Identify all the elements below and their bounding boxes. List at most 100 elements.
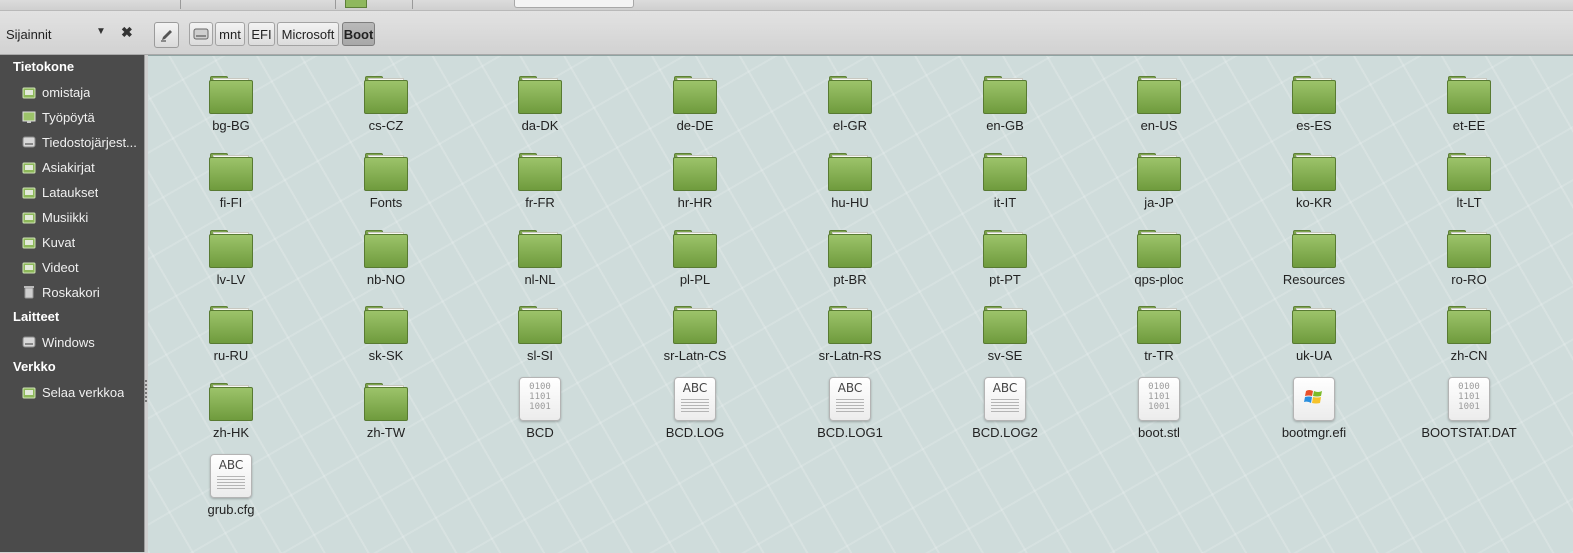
file-name-label: el-GR (833, 118, 867, 133)
file-item[interactable]: ABC BCD.LOG (630, 377, 760, 447)
binary-file-icon: 0100 1101 1001 (517, 377, 563, 423)
breadcrumb-efi[interactable]: EFI (248, 22, 275, 46)
folder-item[interactable]: Fonts (321, 147, 451, 217)
folder-item[interactable]: qps-ploc (1094, 224, 1224, 294)
pictures-folder-icon (22, 235, 37, 249)
music-folder-icon (22, 210, 37, 224)
breadcrumb-boot[interactable]: Boot (342, 22, 375, 46)
folder-item[interactable]: nb-NO (321, 224, 451, 294)
binary-file-icon: 0100 1101 1001 (1136, 377, 1182, 423)
folder-icon (1291, 147, 1337, 193)
folder-item[interactable]: sk-SK (321, 300, 451, 370)
folder-item[interactable]: fr-FR (475, 147, 605, 217)
sidebar-item[interactable]: Roskakori (22, 282, 142, 302)
folder-icon (363, 300, 409, 346)
file-item[interactable]: 0100 1101 1001 BOOTSTAT.DAT (1404, 377, 1534, 447)
folder-item[interactable]: lv-LV (166, 224, 296, 294)
sidebar-item-label: Työpöytä (42, 109, 95, 125)
sidebar-item[interactable]: Videot (22, 257, 142, 277)
folder-item[interactable]: ro-RO (1404, 224, 1534, 294)
folder-item[interactable]: sr-Latn-CS (630, 300, 760, 370)
file-name-label: zh-TW (366, 425, 406, 440)
folder-item[interactable]: pt-PT (940, 224, 1070, 294)
file-name-label: Fonts (369, 195, 403, 210)
sidebar-item[interactable]: Lataukset (22, 182, 142, 202)
file-item[interactable]: ABC grub.cfg (166, 454, 296, 524)
sidebar-item[interactable]: Työpöytä (22, 107, 142, 127)
folder-item[interactable]: cs-CZ (321, 70, 451, 140)
folder-item[interactable]: sv-SE (940, 300, 1070, 370)
folder-item[interactable]: hu-HU (785, 147, 915, 217)
folder-item[interactable]: zh-HK (166, 377, 296, 447)
pencil-icon (160, 30, 172, 42)
folder-item[interactable]: it-IT (940, 147, 1070, 217)
file-name-label: it-IT (993, 195, 1017, 210)
sidebar-item[interactable]: Musiikki (22, 207, 142, 227)
folder-item[interactable]: ko-KR (1249, 147, 1379, 217)
folder-icon (827, 300, 873, 346)
file-name-label: pt-PT (989, 272, 1021, 287)
folder-item[interactable]: ru-RU (166, 300, 296, 370)
file-item[interactable]: 0100 1101 1001 BCD (475, 377, 605, 447)
edit-location-button[interactable] (154, 22, 179, 48)
sidebar-item-label: Musiikki (42, 209, 89, 225)
folder-item[interactable]: de-DE (630, 70, 760, 140)
file-item[interactable]: ABC BCD.LOG1 (785, 377, 915, 447)
file-view[interactable]: bg-BG cs-CZ da-DK de-DE el-GR en-GB en-US es-ES… (148, 55, 1573, 553)
sidebar-heading: Tietokone (13, 59, 75, 74)
file-name-label: nb-NO (366, 272, 406, 287)
desktop-icon (22, 110, 37, 124)
text-file-icon: ABC (208, 454, 254, 500)
sidebar-item-label: Windows (42, 334, 95, 350)
folder-item[interactable]: lt-LT (1404, 147, 1534, 217)
folder-item[interactable]: zh-TW (321, 377, 451, 447)
folder-item[interactable]: pt-BR (785, 224, 915, 294)
folder-item[interactable]: nl-NL (475, 224, 605, 294)
file-item[interactable]: ABC BCD.LOG2 (940, 377, 1070, 447)
file-name-label: Resources (1282, 272, 1346, 287)
sidebar-item-label: Tiedostojärjest... (42, 134, 137, 150)
breadcrumb-mnt[interactable]: mnt (215, 22, 245, 46)
folder-item[interactable]: fi-FI (166, 147, 296, 217)
folder-item[interactable]: en-GB (940, 70, 1070, 140)
sidebar-item[interactable]: omistaja (22, 82, 142, 102)
folder-item[interactable]: da-DK (475, 70, 605, 140)
file-name-label: cs-CZ (368, 118, 404, 133)
trash-icon (22, 285, 37, 299)
splitter-grip[interactable] (145, 380, 147, 402)
folder-item[interactable]: hr-HR (630, 147, 760, 217)
close-icon[interactable]: ✖ (121, 24, 135, 40)
folder-item[interactable]: es-ES (1249, 70, 1379, 140)
file-item[interactable]: bootmgr.efi (1249, 377, 1379, 447)
breadcrumb-root-drive[interactable] (189, 22, 213, 46)
sidebar-item[interactable]: Asiakirjat (22, 157, 142, 177)
icon-view-button[interactable] (345, 0, 367, 8)
folder-icon (363, 377, 409, 423)
folder-item[interactable]: ja-JP (1094, 147, 1224, 217)
sidebar-item[interactable]: Windows (22, 332, 142, 352)
sidebar-item[interactable]: Tiedostojärjest... (22, 132, 142, 152)
folder-item[interactable]: tr-TR (1094, 300, 1224, 370)
folder-item[interactable]: Resources (1249, 224, 1379, 294)
folder-item[interactable]: et-EE (1404, 70, 1534, 140)
main-toolbar (0, 0, 1573, 11)
chevron-down-icon[interactable]: ▼ (96, 26, 108, 40)
folder-item[interactable]: zh-CN (1404, 300, 1534, 370)
folder-item[interactable]: sl-SI (475, 300, 605, 370)
folder-item[interactable]: uk-UA (1249, 300, 1379, 370)
folder-item[interactable]: bg-BG (166, 70, 296, 140)
folder-item[interactable]: pl-PL (630, 224, 760, 294)
file-item[interactable]: 0100 1101 1001 boot.stl (1094, 377, 1224, 447)
folder-item[interactable]: sr-Latn-RS (785, 300, 915, 370)
breadcrumb-microsoft[interactable]: Microsoft (277, 22, 339, 46)
sidebar-item[interactable]: Selaa verkkoa (22, 382, 142, 402)
file-name-label: sv-SE (987, 348, 1023, 363)
folder-icon (1291, 224, 1337, 270)
folder-item[interactable]: el-GR (785, 70, 915, 140)
search-input[interactable] (514, 0, 634, 8)
sidebar-item[interactable]: Kuvat (22, 232, 142, 252)
drive-icon (22, 335, 37, 349)
folder-item[interactable]: en-US (1094, 70, 1224, 140)
folder-icon (827, 147, 873, 193)
folder-icon (517, 147, 563, 193)
